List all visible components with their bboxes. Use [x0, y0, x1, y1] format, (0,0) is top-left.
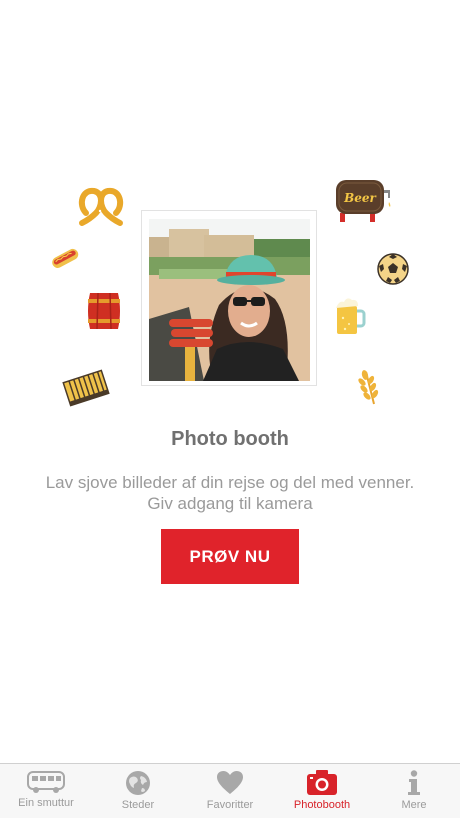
barrel-icon — [88, 292, 120, 330]
heart-icon — [217, 771, 243, 794]
tab-label-ein-smuttur: Ein smuttur — [18, 797, 74, 809]
tab-photobooth[interactable]: Photobooth — [276, 764, 368, 818]
van-icon — [27, 771, 65, 793]
tab-mere[interactable]: Mere — [368, 764, 460, 818]
tab-steder[interactable]: Steder — [92, 764, 184, 818]
try-now-button[interactable]: PRØV NU — [161, 529, 299, 584]
beer-sign-icon: Beer — [336, 180, 391, 222]
hotdog-icon — [52, 248, 79, 268]
example-photo-frame — [141, 210, 317, 386]
tab-favoritter[interactable]: Favoritter — [184, 764, 276, 818]
tab-label-mere: Mere — [401, 799, 427, 811]
feature-description: Lav sjove billeder af din rejse og del m… — [20, 472, 440, 514]
description-line-1: Lav sjove billeder af din rejse og del m… — [45, 473, 415, 492]
description-line-2: Giv adgang til kamera — [147, 494, 313, 513]
pretzel-icon — [78, 187, 124, 226]
beer-sign-text: Beer — [343, 191, 377, 205]
tab-ein-smuttur[interactable]: Ein smuttur — [0, 764, 92, 818]
camera-icon — [307, 770, 337, 795]
info-icon — [408, 770, 420, 795]
wheat-icon — [358, 370, 379, 405]
soccer-ball-icon — [377, 253, 409, 285]
tab-label-steder: Steder — [121, 799, 155, 811]
tab-bar: Ein smuttur Steder Favoritter Photobooth… — [0, 763, 460, 818]
example-photo — [149, 219, 310, 381]
tab-label-favoritter: Favoritter — [206, 799, 254, 811]
accordion-icon — [62, 369, 110, 407]
tab-label-photobooth: Photobooth — [293, 799, 351, 811]
page-title: Photo booth — [171, 428, 289, 450]
beer-mug-icon — [336, 298, 366, 334]
globe-icon — [126, 771, 150, 795]
